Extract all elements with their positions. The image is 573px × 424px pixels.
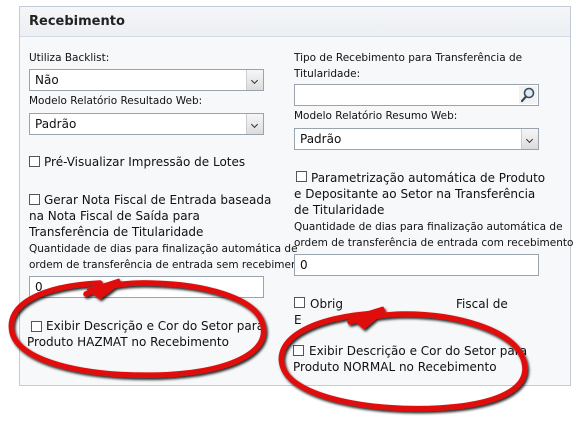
chevron-down-icon[interactable]: [521, 129, 538, 149]
preview-label: Pré-Visualizar Impressão de Lotes: [44, 155, 246, 169]
hazmat-label-line2: Produto HAZMAT no Recebimento: [27, 335, 229, 349]
oblig-checkbox[interactable]: [294, 297, 305, 308]
param-label-line2: e Depositante ao Setor na Transferência: [294, 187, 536, 201]
type-label-line1: Tipo de Recebimento para Transferência d…: [294, 52, 523, 64]
report-web-select-value: Padrão: [35, 117, 77, 131]
hazmat-checkbox[interactable]: [31, 321, 42, 332]
param-label-line1: Parametrização automática de Produto: [311, 171, 546, 185]
days-with-receipt-value: 0: [300, 258, 308, 272]
chevron-down-icon[interactable]: [246, 114, 263, 134]
normal-label-line1: Exibir Descrição e Cor do Setor para: [309, 344, 528, 358]
days-with-receipt-input[interactable]: 0: [294, 254, 539, 276]
magnifier-icon[interactable]: [519, 86, 537, 104]
chevron-down-icon[interactable]: [246, 70, 263, 90]
oblig-label-part2: Fiscal de: [456, 297, 508, 311]
report-web-select[interactable]: Padrão: [29, 113, 264, 135]
days-no-receipt-label-line1: Quantidade de dias para finalização auto…: [29, 243, 298, 255]
nf-checkbox[interactable]: [29, 194, 40, 205]
days-no-receipt-value: 0: [35, 280, 43, 294]
oblig-label-part1: Obrig: [310, 297, 343, 311]
days-with-receipt-label-line2: ordem de transferência de entrada com re…: [294, 237, 573, 249]
nf-label-line1: Gerar Nota Fiscal de Entrada baseada: [44, 193, 272, 207]
preview-checkbox[interactable]: [29, 156, 40, 167]
summary-select-value: Padrão: [300, 132, 342, 146]
days-with-receipt-label-line1: Quantidade de dias para finalização auto…: [294, 221, 563, 233]
days-no-receipt-input[interactable]: 0: [29, 276, 264, 298]
nf-label-line2: na Nota Fiscal de Saída para: [29, 209, 200, 223]
blacklist-select[interactable]: Não: [29, 69, 264, 91]
panel-header: Recebimento: [20, 7, 570, 37]
type-search-input[interactable]: [294, 84, 539, 106]
hazmat-label-line1: Exibir Descrição e Cor do Setor para: [46, 319, 265, 333]
normal-checkbox[interactable]: [293, 345, 304, 356]
param-label-line3: de Titularidade: [294, 203, 385, 217]
days-no-receipt-label-line2: ordem de transferência de entrada sem re…: [29, 259, 318, 271]
report-web-label: Modelo Relatório Resultado Web:: [29, 95, 203, 107]
blacklist-select-value: Não: [35, 73, 59, 87]
param-checkbox[interactable]: [296, 171, 307, 182]
summary-select[interactable]: Padrão: [294, 128, 539, 150]
summary-label: Modelo Relatório Resumo Web:: [294, 110, 458, 122]
nf-label-line3: Transferência de Titularidade: [29, 225, 204, 239]
oblig-label-part3: E: [294, 313, 302, 327]
blacklist-label: Utiliza Backlist:: [29, 52, 110, 64]
panel-title: Recebimento: [29, 14, 125, 29]
normal-label-line2: Produto NORMAL no Recebimento: [293, 360, 497, 374]
type-label-line2: Titularidade:: [294, 68, 361, 80]
